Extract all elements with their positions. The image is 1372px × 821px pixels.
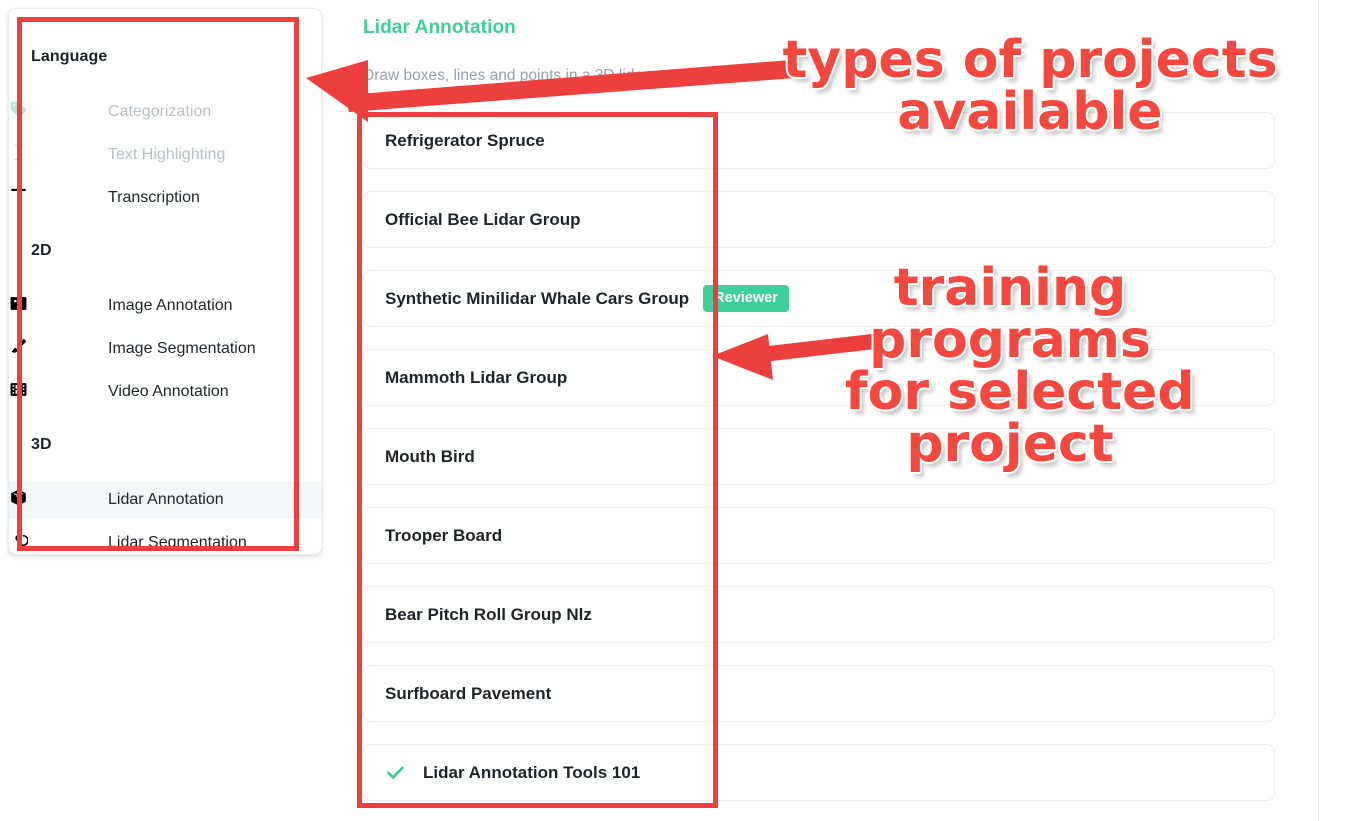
project-name: Surfboard Pavement <box>385 683 552 703</box>
sidebar-item-label: Lidar Segmentation <box>108 534 247 551</box>
list-item[interactable]: Mouth Bird <box>363 428 1275 485</box>
list-item[interactable]: Trooper Board <box>363 507 1275 564</box>
sidebar-item-label: Video Annotation <box>108 383 229 400</box>
check-icon <box>384 762 406 784</box>
list-item[interactable]: Surfboard Pavement <box>363 665 1275 722</box>
tag-icon <box>9 100 28 124</box>
project-name: Lidar Annotation Tools 101 <box>423 762 641 782</box>
list-item[interactable]: Lidar Annotation Tools 101 <box>363 744 1275 801</box>
sidebar-item-image-segmentation[interactable]: Image Segmentation <box>9 330 321 368</box>
sidebar-item-label: Text Highlighting <box>108 146 226 163</box>
sidebar-item-text-highlighting[interactable]: Text Highlighting <box>9 136 321 174</box>
project-name: Synthetic Minilidar Whale Cars Group <box>385 288 690 308</box>
sidebar-item-label: Transcription <box>108 189 200 206</box>
project-name: Official Bee Lidar Group <box>385 209 581 229</box>
sidebar-item-transcription[interactable]: Transcription <box>9 179 321 217</box>
list-item[interactable]: Refrigerator Spruce <box>363 112 1275 169</box>
project-type-sidebar: Language Categorization Text Highlightin… <box>8 8 322 555</box>
project-name: Mouth Bird <box>385 446 475 466</box>
sidebar-group-title-2d: 2D <box>31 242 52 259</box>
sidebar-item-label: Lidar Annotation <box>108 491 224 508</box>
letter-t-icon <box>9 186 28 210</box>
image-icon <box>9 294 28 318</box>
sidebar-item-lidar-annotation[interactable]: Lidar Annotation <box>9 481 321 519</box>
sidebar-item-label: Categorization <box>108 103 212 120</box>
paintbrush-icon <box>9 337 28 361</box>
sidebar-item-categorization[interactable]: Categorization <box>9 93 321 131</box>
status-badge: Reviewer <box>703 284 789 313</box>
sidebar-group-title-language: Language <box>31 48 108 65</box>
sidebar-inner: Language Categorization Text Highlightin… <box>9 9 321 554</box>
spiral-icon <box>9 531 29 554</box>
sidebar-item-label: Image Annotation <box>108 297 233 314</box>
sidebar-item-image-annotation[interactable]: Image Annotation <box>9 287 321 325</box>
list-item[interactable]: Bear Pitch Roll Group Nlz <box>363 586 1275 643</box>
list-item[interactable]: Official Bee Lidar Group <box>363 191 1275 248</box>
list-item[interactable]: Mammoth Lidar Group <box>363 349 1275 406</box>
page-title: Lidar Annotation <box>363 17 516 38</box>
screen-root: Language Categorization Text Highlightin… <box>0 0 1372 821</box>
project-list: Refrigerator Spruce Official Bee Lidar G… <box>363 112 1275 821</box>
sidebar-item-lidar-segmentation[interactable]: Lidar Segmentation <box>9 524 321 554</box>
list-item[interactable]: Synthetic Minilidar Whale Cars Group Rev… <box>363 270 1275 327</box>
project-name: Mammoth Lidar Group <box>385 367 568 387</box>
panel-divider <box>1318 0 1319 821</box>
page-subtitle: Draw boxes, lines and points in a 3D lid… <box>363 67 694 84</box>
text-cursor-icon <box>9 143 28 167</box>
sidebar-item-label: Image Segmentation <box>108 340 256 357</box>
cube-icon <box>9 488 28 512</box>
project-name: Trooper Board <box>385 525 503 545</box>
project-name: Bear Pitch Roll Group Nlz <box>385 604 592 624</box>
sidebar-group-title-3d: 3D <box>31 436 52 453</box>
film-strip-icon <box>9 380 28 404</box>
project-name: Refrigerator Spruce <box>385 130 545 150</box>
sidebar-item-video-annotation[interactable]: Video Annotation <box>9 373 321 411</box>
